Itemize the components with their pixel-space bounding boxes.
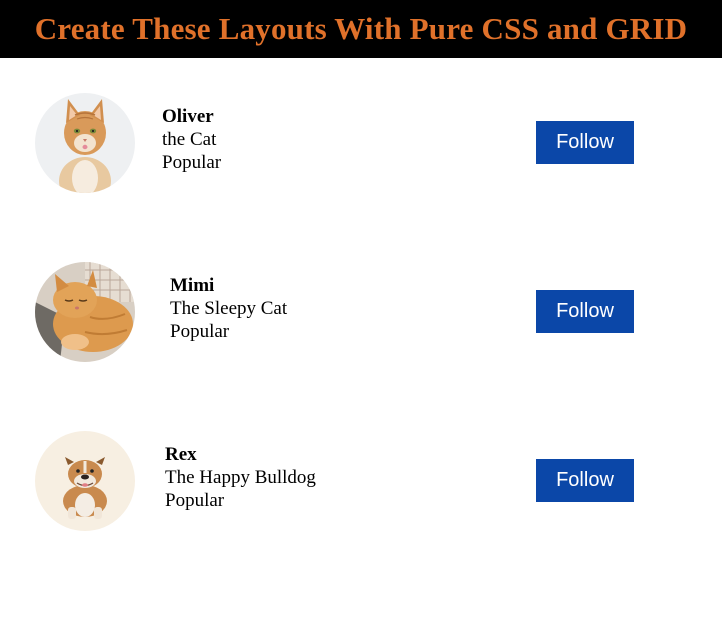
bulldog-photo-icon	[35, 431, 135, 531]
profile-card-oliver: Oliver the Cat Popular Follow	[0, 93, 722, 203]
profile-name: Mimi	[170, 275, 215, 296]
profile-status: Popular	[170, 321, 230, 342]
follow-button-mimi[interactable]: Follow	[536, 290, 634, 333]
cat-photo-icon	[35, 93, 135, 193]
sleeping-cat-photo-icon	[35, 262, 135, 362]
profile-status: Popular	[162, 152, 222, 173]
page-title: Create These Layouts With Pure CSS and G…	[34, 11, 688, 46]
profile-info: Rex The Happy Bulldog Popular	[165, 443, 316, 512]
profile-name: Rex	[165, 444, 197, 465]
profile-info: Oliver the Cat Popular	[162, 105, 221, 174]
profile-status: Popular	[165, 490, 225, 511]
profile-description: The Happy Bulldog	[165, 467, 316, 488]
page: Create These Layouts With Pure CSS and G…	[0, 0, 722, 617]
follow-button-oliver[interactable]: Follow	[536, 121, 634, 164]
profile-card-rex: Rex The Happy Bulldog Popular Follow	[0, 431, 722, 541]
profile-description: the Cat	[162, 129, 217, 150]
profile-description: The Sleepy Cat	[170, 298, 288, 319]
profile-name: Oliver	[162, 106, 214, 127]
profile-info: Mimi The Sleepy Cat Popular	[170, 274, 287, 343]
page-header: Create These Layouts With Pure CSS and G…	[0, 0, 722, 58]
profile-card-mimi: Mimi The Sleepy Cat Popular Follow	[0, 262, 722, 372]
follow-button-rex[interactable]: Follow	[536, 459, 634, 502]
